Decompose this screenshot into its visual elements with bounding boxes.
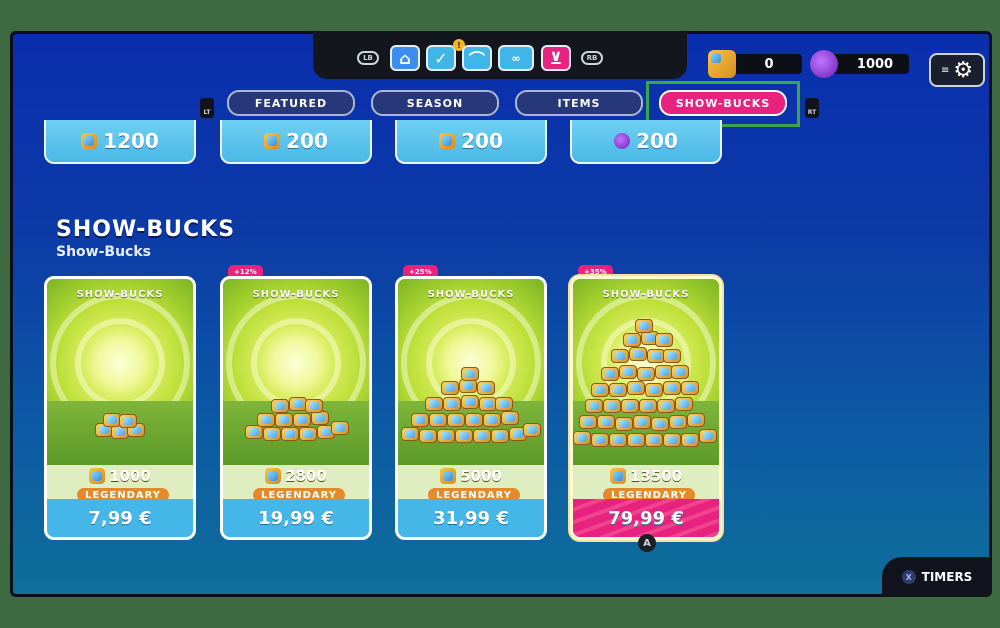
rb-button-hint[interactable]: RB (581, 51, 603, 65)
home-icon[interactable]: ⌂ (390, 45, 420, 71)
amount-value: 13500 (629, 467, 683, 485)
price-label: 19,99 € (223, 499, 369, 537)
show-bucks-balance: 0 (726, 54, 802, 74)
show-bucks-icon (89, 468, 106, 484)
price-label: 7,99 € (47, 499, 193, 537)
timers-button[interactable]: X TIMERS (882, 557, 992, 597)
lb-button-hint[interactable]: LB (357, 51, 379, 65)
price-label: 79,99 € (573, 499, 719, 537)
gear-icon: ⚙ (953, 57, 974, 83)
show-bucks-icon (81, 133, 98, 149)
pass-icon[interactable]: ∞ (498, 45, 534, 71)
top-nav-bar: LB ⌂ ✓ ! ⌒ ∞ ⊻ RB (313, 31, 687, 79)
coin-pile (573, 319, 719, 451)
card-label: SHOW-BUCKS (252, 289, 340, 300)
card-artwork: SHOW-BUCKS (573, 279, 719, 465)
glow-ring (75, 317, 165, 408)
card-label: SHOW-BUCKS (602, 289, 690, 300)
card-amount: 5000 (398, 466, 544, 486)
show-bucks-value: 0 (764, 56, 774, 72)
card-artwork: SHOW-BUCKS (398, 279, 544, 465)
settings-button[interactable]: ≡ ⚙ (929, 53, 985, 87)
crown-shard-icon (810, 50, 838, 78)
offer-amount: 200 (636, 129, 678, 153)
a-button-hint[interactable]: A (638, 534, 656, 552)
show-bucks-icon (708, 50, 736, 78)
timers-label: TIMERS (921, 570, 973, 584)
prev-offer-card[interactable]: 200 (570, 120, 722, 164)
hanger-icon[interactable]: ⌒ (462, 45, 492, 71)
card-amount: 1000 (47, 466, 193, 486)
show-bucks-icon (439, 133, 456, 149)
offer-amount: 1200 (103, 129, 159, 153)
shield-check-icon[interactable]: ✓ (426, 45, 456, 71)
show-bucks-icon (265, 468, 282, 484)
section-subtitle: Show-Bucks (56, 244, 151, 260)
tab-season[interactable]: SEASON (371, 90, 499, 116)
prev-offer-card[interactable]: 200 (395, 120, 547, 164)
cart-icon[interactable]: ⊻ (541, 45, 571, 71)
show-bucks-offer-card[interactable]: SHOW-BUCKS 5000 LEGENDARY 31,99 € (395, 276, 547, 540)
prev-offer-card[interactable]: 1200 (44, 120, 196, 164)
tab-featured[interactable]: FEATURED (227, 90, 355, 116)
card-artwork: SHOW-BUCKS (223, 279, 369, 465)
coin-pile (241, 391, 351, 441)
crown-shard-icon (614, 133, 631, 149)
price-label: 31,99 € (398, 499, 544, 537)
show-bucks-offer-card[interactable]: SHOW-BUCKS 1000 LEGENDARY 7,99 € (44, 276, 196, 540)
coin-pile (85, 411, 155, 441)
offer-amount: 200 (286, 129, 328, 153)
prev-offer-card[interactable]: 200 (220, 120, 372, 164)
card-artwork: SHOW-BUCKS (47, 279, 193, 465)
show-bucks-offer-card-selected[interactable]: SHOW-BUCKS 13500 LEGENDARY 79,99 € (570, 276, 722, 540)
amount-value: 5000 (460, 467, 502, 485)
rt-trigger-hint[interactable]: RT (805, 98, 819, 118)
x-button-icon: X (901, 570, 916, 584)
coin-pile (401, 367, 541, 447)
show-bucks-icon (440, 468, 457, 484)
show-bucks-icon (609, 468, 626, 484)
section-title: SHOW-BUCKS (56, 217, 236, 242)
amount-value: 2800 (285, 467, 327, 485)
card-label: SHOW-BUCKS (76, 289, 164, 300)
card-label: SHOW-BUCKS (427, 289, 515, 300)
tab-items[interactable]: ITEMS (515, 90, 643, 116)
offer-amount: 200 (461, 129, 503, 153)
menu-icon: ≡ (940, 64, 950, 76)
show-bucks-icon (264, 133, 281, 149)
show-bucks-offer-card[interactable]: SHOW-BUCKS 2800 LEGENDARY 19,99 € (220, 276, 372, 540)
game-screen: LB ⌂ ✓ ! ⌒ ∞ ⊻ RB 0 1000 ≡ ⚙ LT FEATURED… (10, 31, 992, 597)
card-amount: 2800 (223, 466, 369, 486)
card-amount: 13500 (573, 466, 719, 486)
lt-trigger-hint[interactable]: LT (200, 98, 214, 118)
amount-value: 1000 (109, 467, 151, 485)
